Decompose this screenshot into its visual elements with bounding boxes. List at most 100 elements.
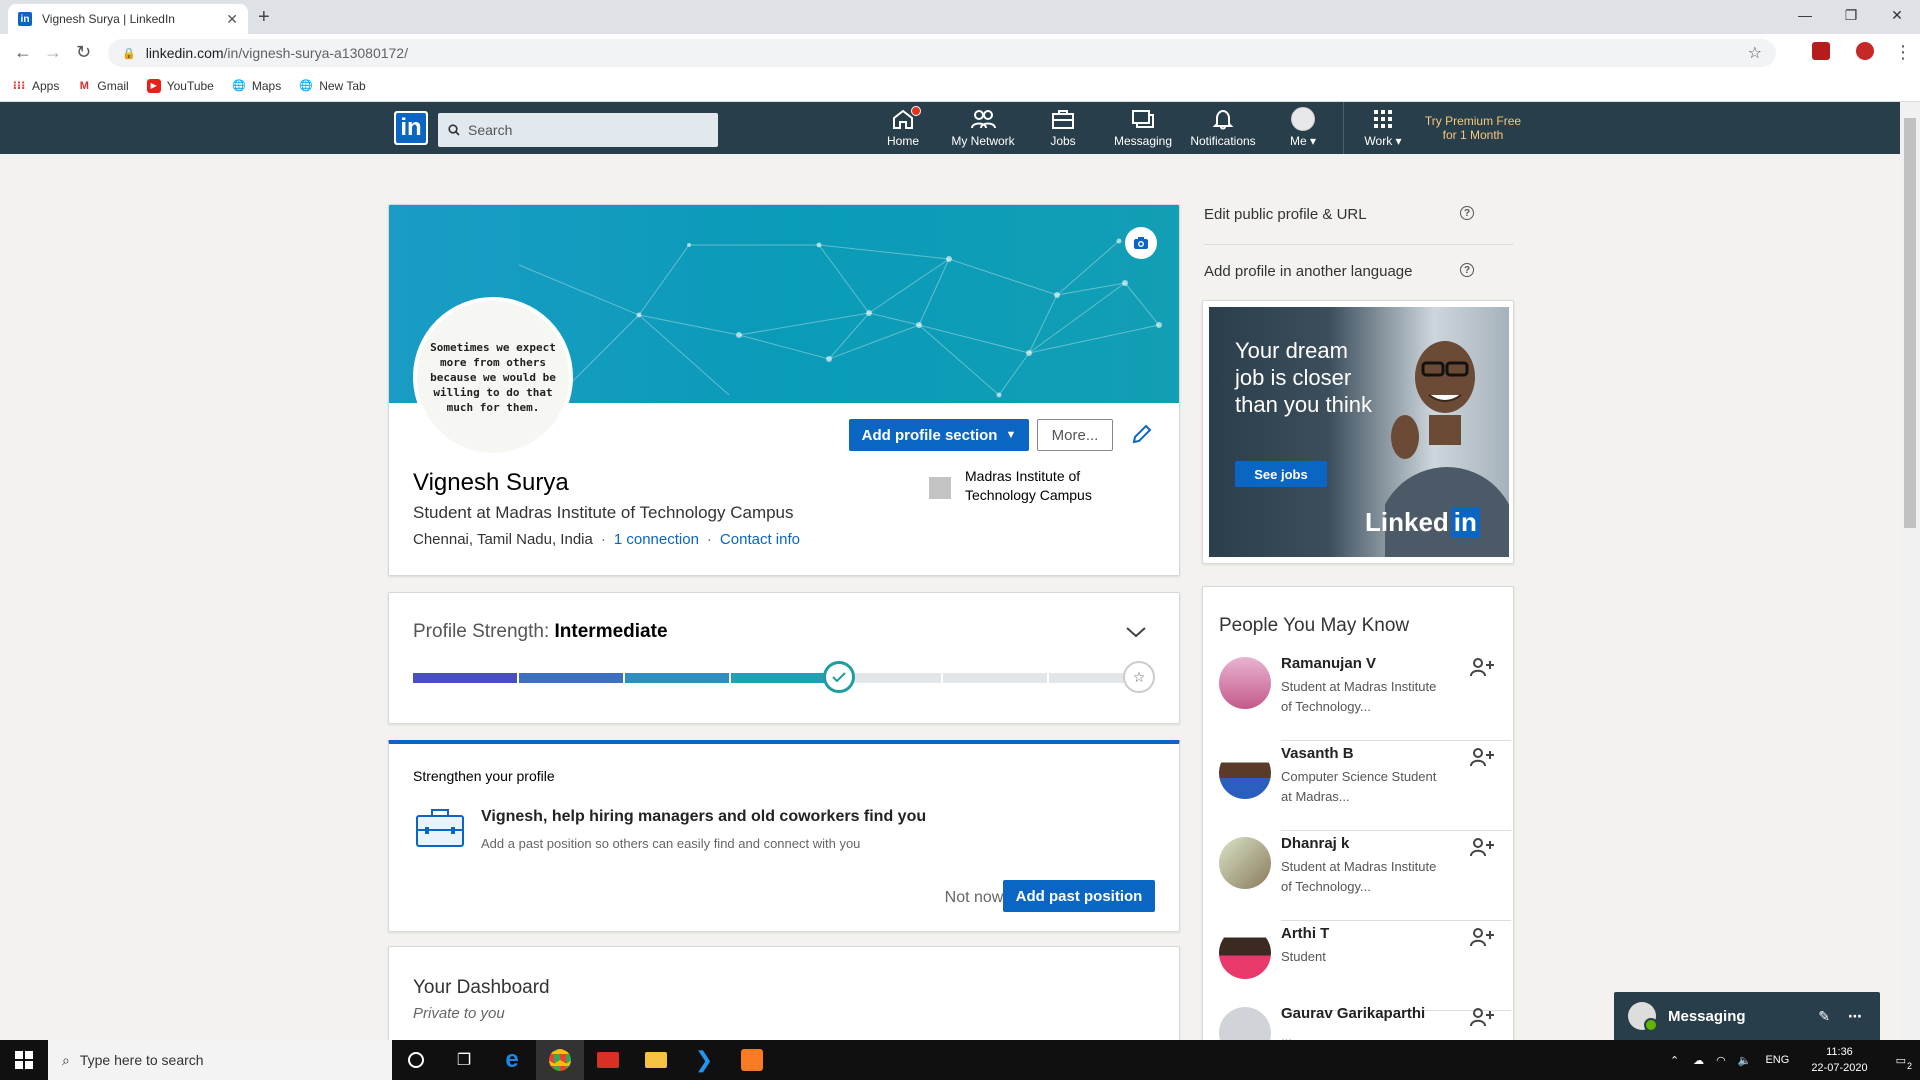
divider <box>1281 920 1511 921</box>
add-connection-icon[interactable] <box>1469 657 1495 682</box>
nav-my-network[interactable]: My Network <box>941 106 1025 152</box>
profile-avatar-icon[interactable] <box>1856 42 1874 60</box>
minimize-icon[interactable]: — <box>1782 0 1828 30</box>
list-item[interactable]: Vasanth B Computer Science Student at Ma… <box>1219 743 1511 831</box>
nav-me[interactable]: Me ▾ <box>1261 106 1345 152</box>
help-icon[interactable]: ? <box>1460 263 1474 277</box>
nav-home[interactable]: Home <box>861 106 945 152</box>
list-item[interactable]: Arthi T Student <box>1219 923 1511 1011</box>
profile-strength-title: Profile Strength: Intermediate <box>413 621 668 642</box>
list-item[interactable]: Dhanraj k Student at Madras Institute of… <box>1219 833 1511 921</box>
add-connection-icon[interactable] <box>1469 837 1495 862</box>
profile-headline: Student at Madras Institute of Technolog… <box>413 503 794 522</box>
avatar-quote: Sometimes we expect more from others bec… <box>430 340 556 414</box>
add-connection-icon[interactable] <box>1469 1007 1495 1032</box>
youtube-icon: ▶ <box>146 78 161 93</box>
school-entry[interactable]: Madras Institute of Technology Campus <box>929 467 1115 505</box>
profile-location: Chennai, Tamil Nadu, India <box>413 531 593 548</box>
more-button[interactable]: More... <box>1037 419 1113 451</box>
add-connection-icon[interactable] <box>1469 747 1495 772</box>
home-icon <box>891 106 921 132</box>
try-premium-link[interactable]: Try Premium Free for 1 Month <box>1418 114 1528 142</box>
edit-pencil-icon[interactable] <box>1131 423 1153 450</box>
strengthen-subtext: Add a past position so others can easily… <box>481 836 861 851</box>
scrollbar-thumb[interactable] <box>1904 118 1916 528</box>
nav-notifications[interactable]: Notifications <box>1181 106 1265 152</box>
search-input[interactable]: Search <box>438 113 718 147</box>
add-profile-section-button[interactable]: Add profile section ▼ <box>849 419 1029 451</box>
nav-messaging[interactable]: Messaging <box>1101 106 1185 152</box>
messaging-dock[interactable]: Messaging ✎ ⋯ <box>1614 992 1880 1040</box>
edge-icon[interactable]: e <box>488 1040 536 1080</box>
chevron-up-icon[interactable]: ⌃ <box>1670 1054 1679 1067</box>
compose-icon[interactable]: ✎ <box>1818 1008 1830 1025</box>
cortana-icon[interactable] <box>392 1040 440 1080</box>
nav-work[interactable]: Work ▾ <box>1341 106 1425 152</box>
mail-icon[interactable] <box>584 1040 632 1080</box>
maximize-icon[interactable]: ❐ <box>1828 0 1874 30</box>
new-tab-button[interactable]: + <box>258 6 270 29</box>
volume-icon[interactable]: 🔈 <box>1738 1054 1752 1067</box>
browser-toolbar: ← → ↻ 🔒 linkedin.com/in/vignesh-surya-a1… <box>0 34 1920 70</box>
contact-info-link[interactable]: Contact info <box>720 531 800 548</box>
add-language-link[interactable]: Add profile in another language ? <box>1204 263 1494 280</box>
tab-close-icon[interactable]: ✕ <box>226 11 238 28</box>
add-past-position-button[interactable]: Add past position <box>1003 880 1155 912</box>
onedrive-icon[interactable]: ☁ <box>1693 1054 1704 1067</box>
ad-image: Your dream job is closer than you think … <box>1209 307 1509 557</box>
more-options-icon[interactable]: ⋯ <box>1848 1008 1862 1025</box>
avatar-icon <box>1291 106 1315 132</box>
bookmark-apps[interactable]: ⁝⁝⁝ Apps <box>12 79 60 93</box>
wifi-icon[interactable]: ◠ <box>1716 1054 1726 1067</box>
reload-icon[interactable]: ↻ <box>76 42 91 63</box>
chevron-down-icon[interactable] <box>1125 625 1147 643</box>
language-indicator[interactable]: ENG <box>1765 1054 1789 1066</box>
clock[interactable]: 11:36 22-07-2020 <box>1811 1044 1867 1076</box>
strength-segment <box>625 673 729 683</box>
tab-title: Vignesh Surya | LinkedIn <box>42 12 175 26</box>
connections-link[interactable]: 1 connection <box>614 531 699 548</box>
profile-photo[interactable]: Sometimes we expect more from others bec… <box>413 297 573 457</box>
browser-tab[interactable]: in Vignesh Surya | LinkedIn ✕ <box>8 4 248 34</box>
gmail-icon: M <box>79 79 89 92</box>
address-bar[interactable]: 🔒 linkedin.com/in/vignesh-surya-a1308017… <box>108 39 1776 67</box>
messaging-icon <box>1131 106 1155 132</box>
close-window-icon[interactable]: ✕ <box>1874 0 1920 30</box>
bookmark-gmail[interactable]: M Gmail <box>77 79 129 93</box>
add-connection-icon[interactable] <box>1469 927 1495 952</box>
browser-menu-icon[interactable]: ⋮ <box>1894 42 1912 63</box>
bookmark-star-icon[interactable]: ☆ <box>1748 43 1762 63</box>
bookmark-youtube[interactable]: ▶ YouTube <box>146 78 214 93</box>
windows-start-icon[interactable] <box>0 1040 48 1080</box>
jobs-ad-card[interactable]: Your dream job is closer than you think … <box>1202 300 1514 564</box>
divider <box>1281 740 1511 741</box>
people-you-may-know-card: People You May Know Ramanujan V Student … <box>1202 586 1514 1056</box>
task-view-icon[interactable]: ❐ <box>440 1040 488 1080</box>
file-explorer-icon[interactable] <box>632 1040 680 1080</box>
notification-dot <box>911 106 921 116</box>
see-jobs-button[interactable]: See jobs <box>1235 461 1327 487</box>
forward-icon[interactable]: → <box>44 42 62 63</box>
bookmark-maps[interactable]: 🌐 Maps <box>232 79 281 93</box>
xampp-icon[interactable] <box>728 1040 776 1080</box>
vscode-icon[interactable]: ❯ <box>680 1040 728 1080</box>
acrobat-extension-icon[interactable] <box>1812 42 1830 60</box>
nav-jobs[interactable]: Jobs <box>1021 106 1105 152</box>
search-placeholder: Search <box>468 122 513 138</box>
pymk-title: People You May Know <box>1219 615 1410 636</box>
page-scrollbar[interactable] <box>1900 102 1920 1040</box>
taskbar-search-input[interactable]: ⌕ Type here to search <box>48 1040 392 1080</box>
notification-center-icon[interactable]: ▭ 2 <box>1896 1054 1912 1071</box>
avatar <box>1219 747 1271 799</box>
list-item[interactable]: Ramanujan V Student at Madras Institute … <box>1219 653 1511 741</box>
edit-public-profile-link[interactable]: Edit public profile & URL ? <box>1204 206 1494 223</box>
chrome-icon[interactable] <box>536 1040 584 1080</box>
star-icon: ☆ <box>1123 661 1155 693</box>
bookmark-new-tab[interactable]: 🌐 New Tab <box>299 79 365 93</box>
linkedin-navbar: in Search Home My Network Jobs Messaging… <box>0 102 1900 154</box>
help-icon[interactable]: ? <box>1460 206 1474 220</box>
linkedin-logo[interactable]: in <box>394 111 428 145</box>
back-icon[interactable]: ← <box>14 42 32 63</box>
camera-icon[interactable] <box>1125 227 1157 259</box>
bell-icon <box>1212 106 1234 132</box>
